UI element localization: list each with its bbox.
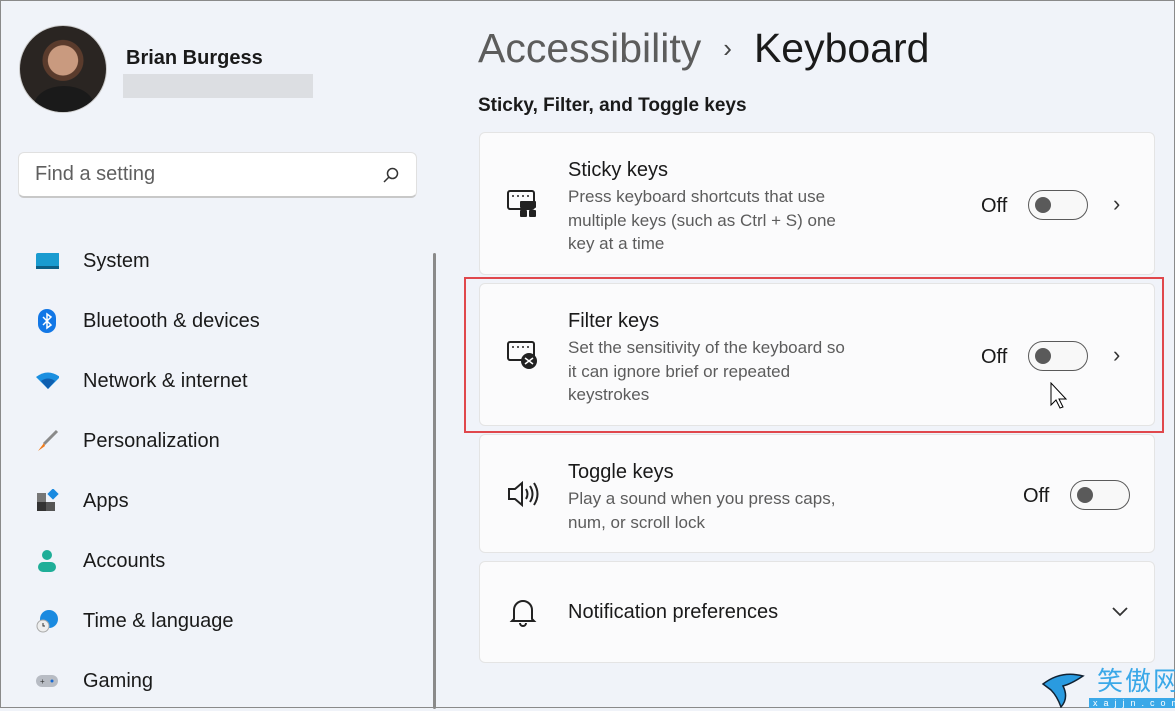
section-title: Sticky, Filter, and Toggle keys	[478, 95, 747, 116]
svg-text:+: +	[40, 677, 45, 686]
sidebar-item-system[interactable]: System	[1, 231, 431, 291]
watermark-text: 笑傲网	[1097, 667, 1175, 697]
card-description: Play a sound when you press caps, num, o…	[568, 489, 836, 532]
bell-icon	[509, 600, 537, 627]
search-input[interactable]: Find a setting	[18, 152, 417, 198]
card-title: Toggle keys	[568, 461, 674, 483]
watermark: 笑傲网 xajjn.com	[1041, 661, 1175, 708]
sidebar-scrollbar[interactable]	[433, 253, 436, 709]
shark-logo-icon	[1041, 673, 1085, 708]
breadcrumb-accessibility[interactable]: Accessibility	[478, 25, 701, 72]
sidebar-nav: System Bluetooth & devices Network & int…	[1, 231, 431, 711]
watermark-site: xajjn.com	[1089, 698, 1175, 708]
chevron-down-icon[interactable]	[1112, 606, 1128, 618]
notification-preferences-card[interactable]: Notification preferences	[479, 561, 1155, 663]
bluetooth-icon	[35, 309, 59, 333]
avatar[interactable]	[19, 25, 107, 113]
apps-icon	[35, 489, 59, 513]
gamepad-icon: +	[35, 669, 59, 693]
card-title: Sticky keys	[568, 159, 669, 181]
breadcrumb-separator: ›	[723, 33, 732, 63]
card-description: Press keyboard shortcuts that use multip…	[568, 187, 836, 253]
user-email-redacted	[123, 74, 313, 98]
toggle-keys-card: Toggle keys Play a sound when you press …	[479, 434, 1155, 553]
sidebar-item-personalization[interactable]: Personalization	[1, 411, 431, 471]
brush-icon	[35, 429, 59, 453]
person-icon	[35, 549, 59, 573]
monitor-icon	[35, 249, 59, 273]
sidebar-item-accounts[interactable]: Accounts	[1, 531, 431, 591]
sidebar-item-time-language[interactable]: Time & language	[1, 591, 431, 651]
toggle-state: Off	[981, 195, 1008, 217]
user-name: Brian Burgess	[126, 47, 263, 69]
sticky-keys-card[interactable]: Sticky keys Press keyboard shortcuts tha…	[479, 132, 1155, 275]
search-icon[interactable]	[382, 166, 400, 184]
breadcrumb: Accessibility › Keyboard	[478, 25, 929, 72]
toggle-state: Off	[1023, 485, 1050, 507]
speaker-icon	[508, 480, 539, 507]
sidebar-item-bluetooth[interactable]: Bluetooth & devices	[1, 291, 431, 351]
sidebar-item-apps[interactable]: Apps	[1, 471, 431, 531]
highlight-box	[464, 277, 1164, 433]
chevron-right-icon[interactable]: ›	[1113, 191, 1120, 217]
globe-clock-icon	[35, 609, 59, 633]
sidebar-item-gaming[interactable]: + Gaming	[1, 651, 431, 711]
sidebar-item-network[interactable]: Network & internet	[1, 351, 431, 411]
sticky-keys-toggle[interactable]	[1028, 190, 1088, 220]
page-title: Keyboard	[753, 25, 930, 71]
search-placeholder: Find a setting	[35, 163, 156, 185]
card-title: Notification preferences	[568, 601, 779, 623]
sticky-keys-icon	[507, 189, 536, 217]
toggle-keys-toggle[interactable]	[1070, 480, 1130, 510]
wifi-icon	[35, 369, 59, 393]
